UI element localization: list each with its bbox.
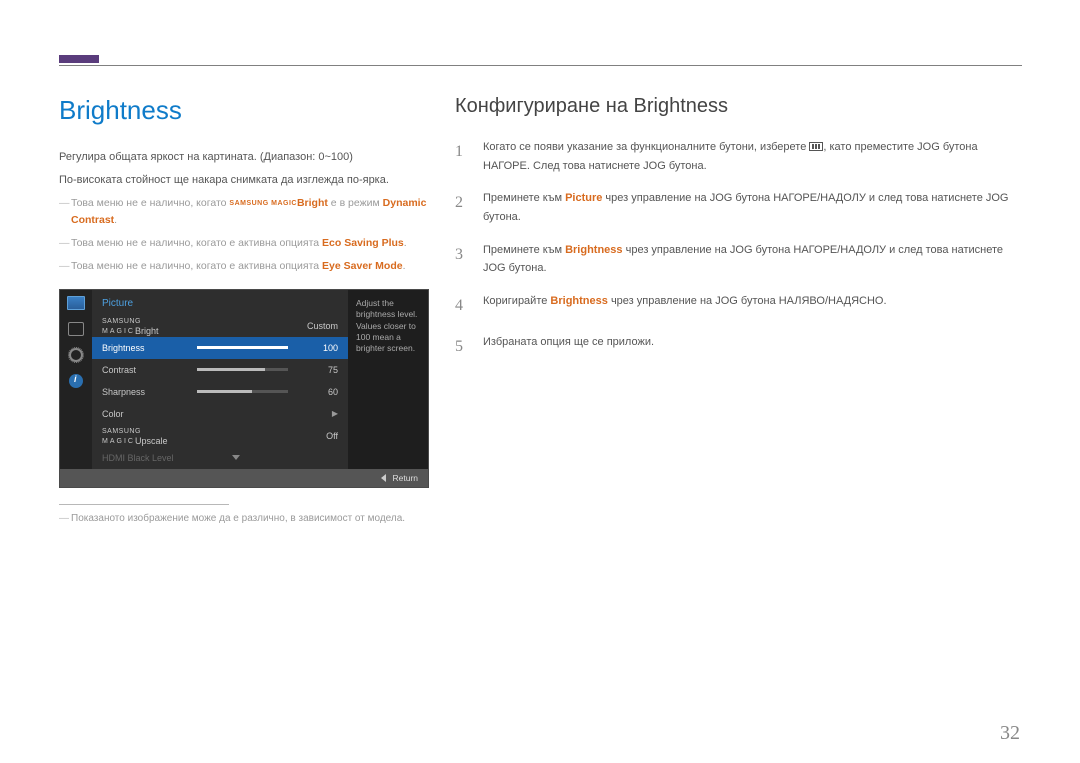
row-value: Off [298,431,338,441]
right-column: Конфигуриране на Brightness 1 Когато се … [455,95,1020,375]
samsung-magic-label: SAMSUNG MAGIC [229,200,297,207]
caption-rule [59,504,229,505]
step-number: 1 [455,138,469,175]
left-column: Brightness Регулира общата яркост на кар… [59,95,429,524]
scroll-down-icon[interactable] [232,455,240,460]
brightness-label: Brightness [550,295,607,307]
osd-row-color[interactable]: Color ▶ [92,403,348,425]
steps-list: 1 Когато се появи указание за функционал… [455,138,1020,361]
slider-fill [197,390,252,393]
image-caption: Показаното изображение може да е различн… [59,513,429,524]
step-4: 4 Коригирайте Brightness чрез управление… [455,292,1020,319]
note-text: Това меню не е налично, когато е активна… [71,237,322,249]
page-number: 32 [1000,722,1020,745]
row-label: Color [102,409,197,419]
page: Brightness Регулира общата яркост на кар… [0,0,1080,763]
row-value: 75 [298,365,338,375]
row-value: 60 [298,387,338,397]
step-number: 5 [455,333,469,360]
slider-track[interactable] [197,390,288,393]
note-text: . [114,214,117,226]
osd-row-brightness[interactable]: Brightness 100 [92,337,348,359]
picture-label: Picture [565,192,602,204]
note-text: Това меню не е налично, когато е активна… [71,260,322,272]
osd-row-sharpness[interactable]: Sharpness 60 [92,381,348,403]
slider-fill [197,368,265,371]
note-text: е в режим [328,197,383,209]
row-value: 100 [298,343,338,353]
row-label: Contrast [102,365,197,375]
osd-row-contrast[interactable]: Contrast 75 [92,359,348,381]
slider-fill [197,346,288,349]
osd-help-text: Adjust the brightness level. Values clos… [348,290,428,469]
step-number: 4 [455,292,469,319]
header-accent [59,55,99,63]
osd-row-magicbright[interactable]: SAMSUNGMAGICBright Custom [92,315,348,337]
step-text: Избраната опция ще се приложи. [483,333,654,360]
picture-tab-icon[interactable] [67,296,85,310]
row-label: SAMSUNGMAGICUpscale [102,426,197,446]
step-1: 1 Когато се появи указание за функционал… [455,138,1020,175]
step-text: Преминете към Brightness чрез управление… [483,241,1020,278]
row-label: HDMI Black Level [102,453,232,463]
note-text: Това меню не е налично, когато [71,197,229,209]
info-tab-icon[interactable] [69,374,83,388]
brightness-label: Brightness [565,244,622,256]
step-text: Преминете към Picture чрез управление на… [483,189,1020,226]
note-text: . [404,237,407,249]
header-rule [59,65,1022,66]
note-eco-saving: Това меню не е налично, когато е активна… [59,235,429,252]
row-label: Sharpness [102,387,197,397]
row-value: Custom [298,321,338,331]
step-number: 2 [455,189,469,226]
back-arrow-icon[interactable] [381,474,386,482]
osd-row-upscale[interactable]: SAMSUNGMAGICUpscale Off [92,425,348,447]
screen-tab-icon[interactable] [68,322,84,336]
eye-saver-label: Eye Saver Mode [322,260,403,272]
description-line-2: По-високата стойност ще накара снимката … [59,171,429,190]
section-title: Brightness [59,95,429,126]
osd-panel: Picture SAMSUNGMAGICBright Custom Bright… [59,289,429,488]
osd-sidebar [60,290,92,469]
slider-track[interactable] [197,346,288,349]
submenu-arrow-icon: ▶ [298,409,338,418]
osd-main: Picture SAMSUNGMAGICBright Custom Bright… [92,290,348,469]
eco-saving-label: Eco Saving Plus [322,237,404,249]
note-eye-saver: Това меню не е налично, когато е активна… [59,258,429,275]
row-label: Brightness [102,343,197,353]
osd-footer: Return [60,469,428,487]
description-line-1: Регулира общата яркост на картината. (Ди… [59,148,429,167]
slider-track[interactable] [197,368,288,371]
step-5: 5 Избраната опция ще се приложи. [455,333,1020,360]
bright-label: Bright [297,197,328,209]
osd-body: Picture SAMSUNGMAGICBright Custom Bright… [60,290,428,469]
step-3: 3 Преминете към Brightness чрез управлен… [455,241,1020,278]
menu-icon [809,142,823,151]
config-title: Конфигуриране на Brightness [455,95,1020,118]
step-text: Когато се появи указание за функционални… [483,138,1020,175]
step-number: 3 [455,241,469,278]
return-label[interactable]: Return [392,473,418,483]
settings-tab-icon[interactable] [69,348,83,362]
note-dynamic-contrast: Това меню не е налично, когато SAMSUNG M… [59,195,429,229]
note-text: . [403,260,406,272]
step-text: Коригирайте Brightness чрез управление н… [483,292,887,319]
osd-row-hdmi-black: HDMI Black Level [92,447,348,469]
step-2: 2 Преминете към Picture чрез управление … [455,189,1020,226]
row-label: SAMSUNGMAGICBright [102,316,197,336]
osd-title: Picture [92,296,348,315]
